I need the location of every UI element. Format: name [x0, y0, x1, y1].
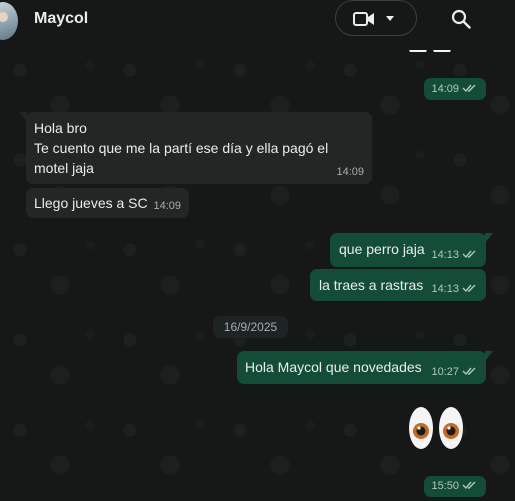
- search-icon[interactable]: [451, 9, 471, 29]
- video-camera-icon: [353, 12, 374, 26]
- double-check-icon: [462, 84, 476, 93]
- message-time: 14:09: [336, 166, 364, 178]
- message-bubble-out[interactable]: 15:50: [424, 476, 486, 497]
- message-bubble-out[interactable]: la traes a rastras 14:13: [310, 269, 486, 301]
- message-time: 14:13: [431, 283, 459, 295]
- date-separator: 16/9/2025: [213, 316, 288, 338]
- double-check-icon: [462, 481, 476, 490]
- message-text-line: Te cuento que me la partí ese día y ella…: [34, 140, 329, 156]
- message-bubble-in[interactable]: Hola bro Te cuento que me la partí ese d…: [19, 112, 372, 184]
- chevron-down-icon[interactable]: [386, 16, 394, 21]
- message-bubble-out[interactable]: 14:09: [424, 78, 486, 100]
- eyes-emoji[interactable]: [406, 404, 466, 454]
- double-check-icon: [462, 250, 476, 259]
- message-time: 14:09: [153, 200, 181, 212]
- chat-header: Maycol: [0, 0, 515, 50]
- double-check-icon: [462, 367, 476, 376]
- message-bubble-in[interactable]: Llego jueves a SC 14:09: [26, 188, 189, 218]
- message-bubble-out[interactable]: Hola Maycol que novedades 10:27: [237, 351, 493, 384]
- message-time: 15:50: [431, 480, 459, 492]
- contact-name[interactable]: Maycol: [34, 10, 88, 28]
- message-time: 10:27: [431, 366, 459, 378]
- message-bubble-out[interactable]: que perro jaja 14:13: [330, 233, 493, 267]
- message-text-line: motel jaja: [34, 160, 94, 176]
- video-call-button[interactable]: [335, 0, 417, 36]
- message-time: 14:09: [431, 83, 459, 95]
- message-text-line: Hola bro: [34, 120, 87, 136]
- message-time: 14:13: [431, 249, 459, 261]
- contact-avatar[interactable]: [0, 2, 18, 40]
- double-check-icon: [462, 284, 476, 293]
